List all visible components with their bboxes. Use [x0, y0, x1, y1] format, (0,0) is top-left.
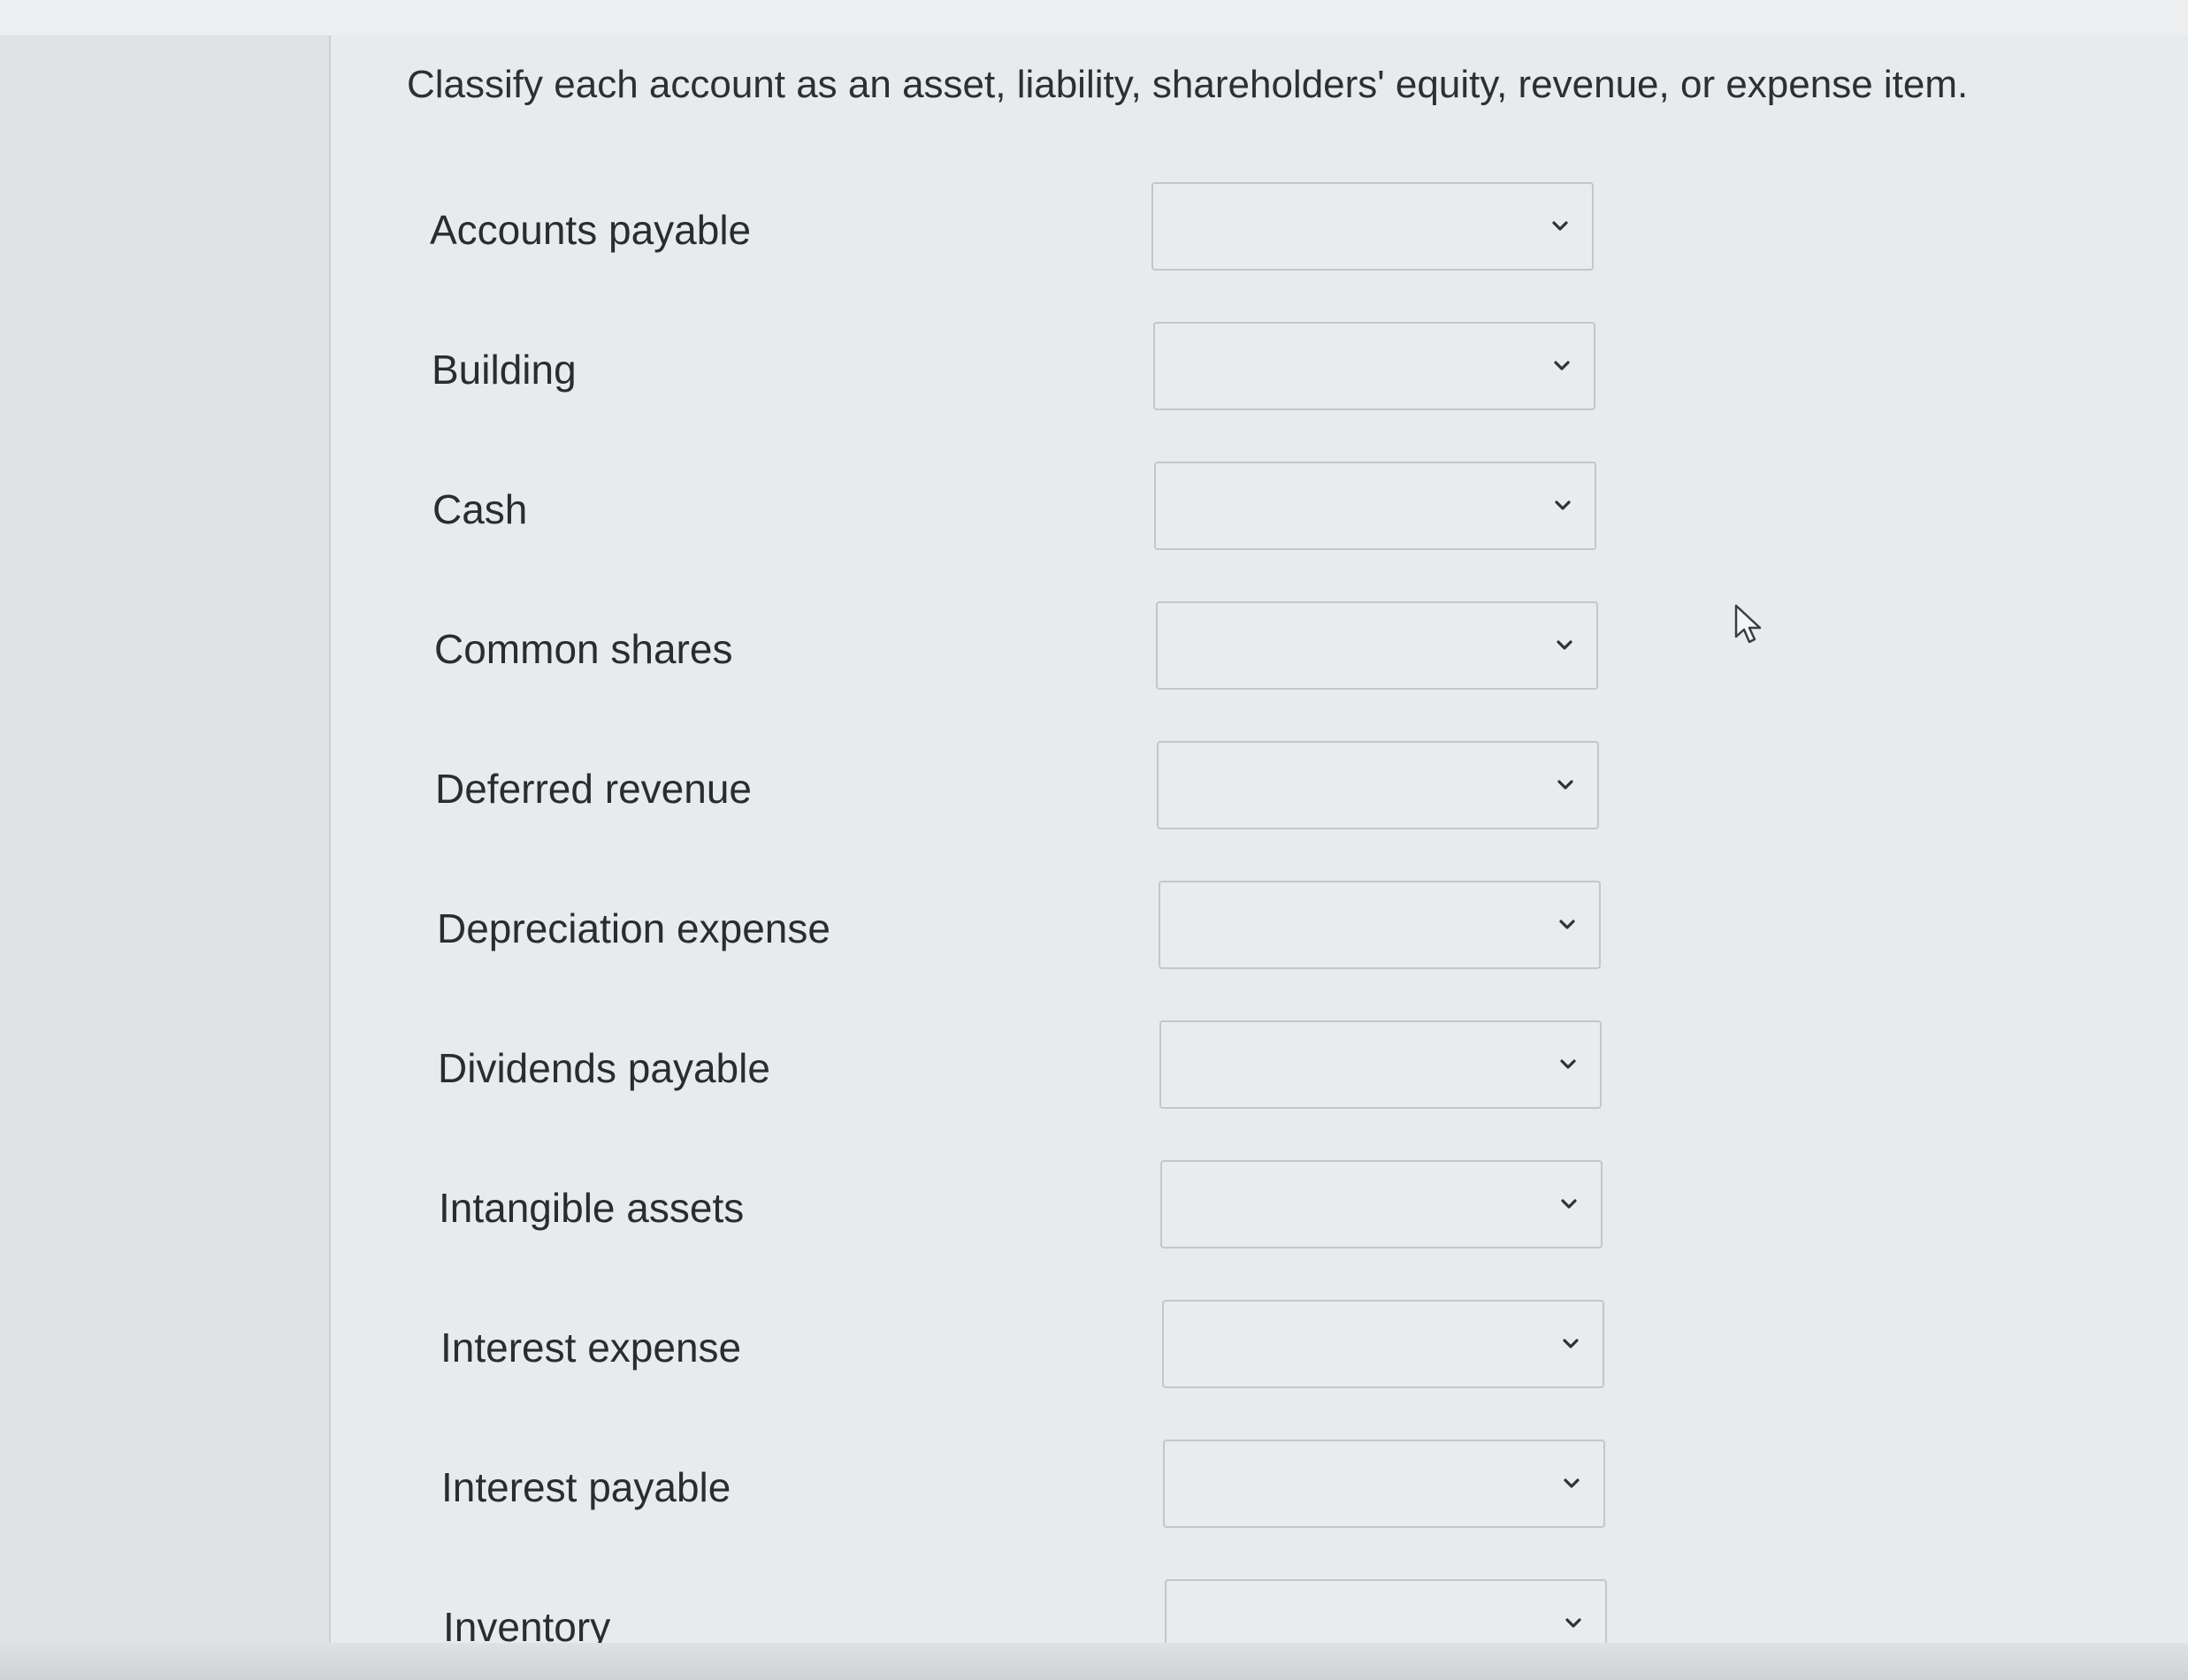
classification-dropdown[interactable] — [1160, 1160, 1603, 1249]
chevron-down-icon — [1554, 497, 1572, 515]
classification-dropdown[interactable] — [1156, 601, 1598, 690]
account-label: Building — [432, 347, 577, 393]
account-row: Intangible assets — [0, 1160, 2188, 1257]
account-row: Depreciation expense — [0, 881, 2188, 978]
account-row: Interest payable — [0, 1439, 2188, 1537]
account-label: Dividends payable — [438, 1045, 770, 1091]
account-label: Intangible assets — [439, 1185, 745, 1231]
chevron-down-icon — [1563, 1475, 1580, 1493]
classification-dropdown[interactable] — [1153, 322, 1595, 410]
chevron-down-icon — [1558, 916, 1576, 934]
classification-dropdown[interactable] — [1151, 182, 1594, 271]
account-label: Interest expense — [440, 1325, 742, 1371]
classification-dropdown[interactable] — [1159, 1020, 1602, 1109]
left-gutter — [0, 35, 331, 1680]
chevron-down-icon — [1559, 1056, 1577, 1073]
question-panel — [331, 35, 2188, 1680]
chevron-down-icon — [1551, 218, 1569, 235]
classification-dropdown[interactable] — [1157, 741, 1599, 829]
classification-dropdown[interactable] — [1163, 1439, 1605, 1528]
chevron-down-icon — [1562, 1335, 1580, 1353]
chevron-down-icon — [1560, 1195, 1578, 1213]
account-label: Cash — [432, 486, 528, 532]
account-row: Dividends payable — [0, 1020, 2188, 1118]
chevron-down-icon — [1557, 776, 1574, 794]
classification-dropdown[interactable] — [1162, 1300, 1604, 1388]
account-label: Interest payable — [441, 1464, 731, 1510]
account-label: Accounts payable — [430, 207, 752, 253]
bottom-edge — [0, 1643, 2188, 1680]
mouse-pointer-icon — [1733, 603, 1765, 645]
top-strip — [0, 0, 2188, 37]
account-row: Deferred revenue — [0, 741, 2188, 838]
chevron-down-icon — [1553, 357, 1571, 375]
classification-dropdown[interactable] — [1159, 881, 1601, 969]
account-label: Depreciation expense — [437, 905, 830, 951]
account-label: Common shares — [434, 626, 733, 672]
classification-dropdown[interactable] — [1154, 462, 1596, 550]
chevron-down-icon — [1564, 1615, 1582, 1632]
account-label: Deferred revenue — [435, 766, 752, 812]
account-row: Building — [0, 322, 2188, 419]
question-prompt: Classify each account as an asset, liabi… — [407, 63, 1969, 106]
account-row: Accounts payable — [0, 182, 2188, 279]
account-row: Interest expense — [0, 1300, 2188, 1397]
chevron-down-icon — [1556, 637, 1573, 654]
account-row: Common shares — [0, 601, 2188, 699]
account-row: Cash — [0, 462, 2188, 559]
